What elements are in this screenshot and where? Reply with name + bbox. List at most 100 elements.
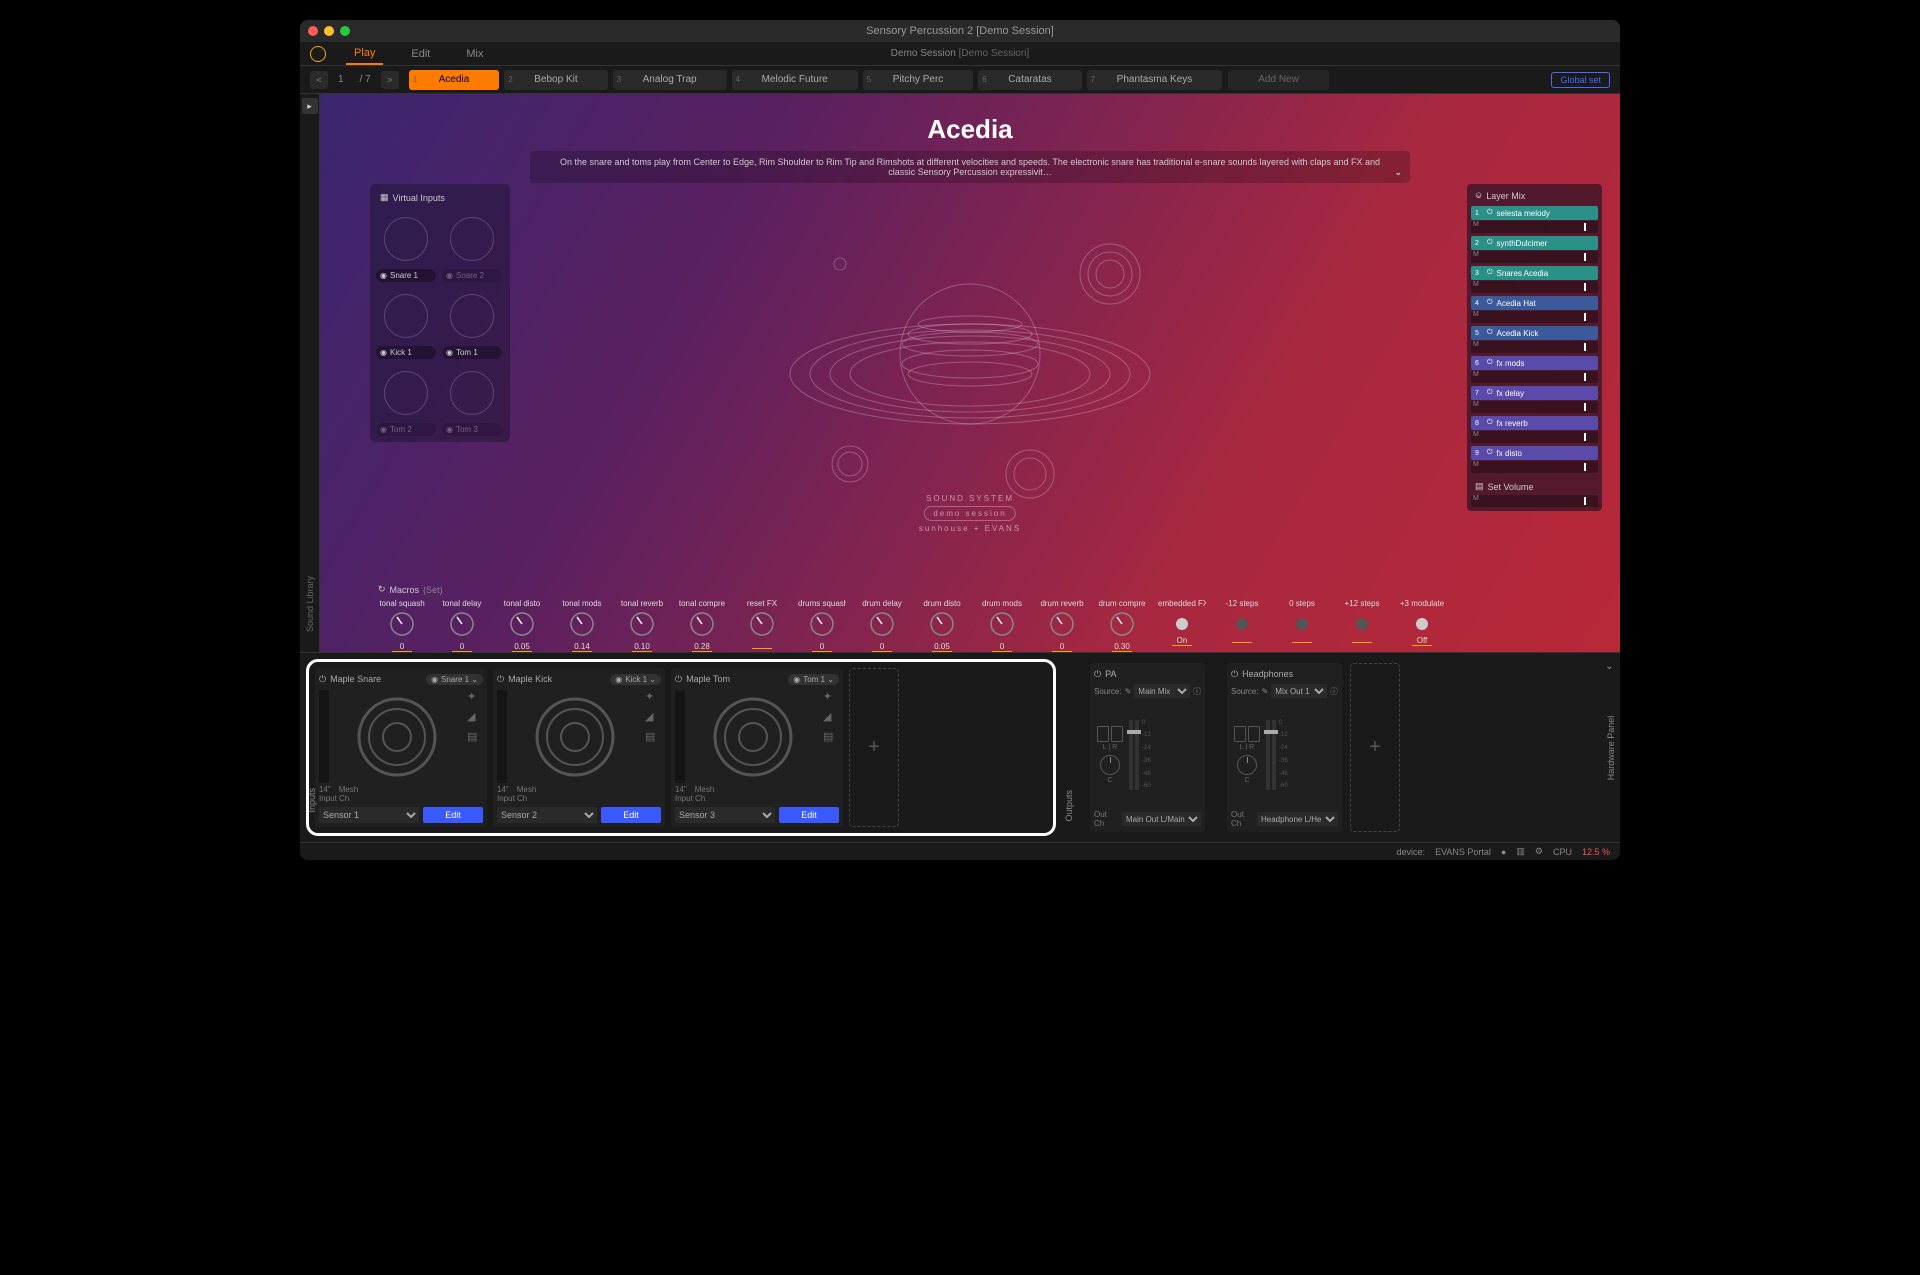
- hardware-panel-label[interactable]: Hardware Panel: [1606, 715, 1616, 780]
- source-select[interactable]: Main Mix: [1134, 684, 1190, 698]
- output-faders[interactable]: [1266, 720, 1276, 790]
- layer-item[interactable]: 9⏻fx disto: [1471, 446, 1598, 460]
- sensor-select[interactable]: Sensor 1: [319, 807, 419, 823]
- macro-knob[interactable]: [628, 610, 656, 638]
- signal-icon[interactable]: ◢: [645, 710, 659, 724]
- set-volume-slider[interactable]: M: [1471, 495, 1598, 507]
- virtual-input-pad[interactable]: [376, 288, 436, 344]
- drum-zone-display[interactable]: [689, 690, 817, 783]
- sparkle-icon[interactable]: ✦: [823, 690, 837, 704]
- layer-volume-slider[interactable]: M: [1471, 281, 1598, 293]
- pan-knob[interactable]: [1237, 755, 1257, 775]
- power-icon[interactable]: ⏻: [1487, 329, 1493, 337]
- power-icon[interactable]: ⏻: [1487, 419, 1493, 427]
- layer-item[interactable]: 2⏻synthDulcimer: [1471, 236, 1598, 250]
- source-select[interactable]: Mix Out 1: [1271, 684, 1327, 698]
- macro-knob[interactable]: [508, 610, 536, 638]
- bars-icon[interactable]: ▤: [823, 730, 837, 744]
- app-logo-icon[interactable]: [310, 46, 326, 62]
- power-icon[interactable]: ⏻: [1094, 669, 1101, 680]
- set-tab[interactable]: 5Pitchy Perc: [863, 70, 974, 90]
- layer-volume-slider[interactable]: M: [1471, 401, 1598, 413]
- macro-knob[interactable]: [928, 610, 956, 638]
- macro-knob[interactable]: [988, 610, 1016, 638]
- layer-volume-slider[interactable]: M: [1471, 341, 1598, 353]
- power-icon[interactable]: ⏻: [1487, 359, 1493, 367]
- gear-icon[interactable]: ⚙: [1535, 846, 1543, 857]
- refresh-icon[interactable]: ↻: [378, 584, 386, 595]
- macro-knob[interactable]: [1048, 610, 1076, 638]
- power-icon[interactable]: ⏻: [1487, 239, 1493, 247]
- maximize-icon[interactable]: [340, 26, 350, 36]
- global-set-button[interactable]: Global set: [1551, 72, 1610, 88]
- layer-item[interactable]: 5⏻Acedia Kick: [1471, 326, 1598, 340]
- pencil-icon[interactable]: ✎: [1262, 687, 1269, 696]
- macro-knob[interactable]: [868, 610, 896, 638]
- output-ch-select[interactable]: Main Out L/Main: [1122, 812, 1201, 826]
- drum-zone-display[interactable]: [511, 690, 639, 783]
- layer-volume-slider[interactable]: M: [1471, 311, 1598, 323]
- sparkle-icon[interactable]: ✦: [467, 690, 481, 704]
- macro-knob[interactable]: [568, 610, 596, 638]
- power-icon[interactable]: ⏻: [1487, 299, 1493, 307]
- layer-volume-slider[interactable]: M: [1471, 371, 1598, 383]
- input-assign[interactable]: ◉Kick 1 ⌄: [610, 674, 661, 685]
- virtual-input-label[interactable]: ◉Kick 1: [376, 346, 436, 359]
- virtual-input-label[interactable]: ◉Tom 3: [442, 423, 502, 436]
- set-tab[interactable]: 1Acedia: [409, 70, 500, 90]
- power-icon[interactable]: ⏻: [1231, 669, 1238, 680]
- macro-knob[interactable]: [1108, 610, 1136, 638]
- macro-knob[interactable]: [688, 610, 716, 638]
- virtual-input-label[interactable]: ◉Snare 2: [442, 269, 502, 282]
- layer-volume-slider[interactable]: M: [1471, 461, 1598, 473]
- layer-volume-slider[interactable]: M: [1471, 251, 1598, 263]
- layer-item[interactable]: 1⏻selesta melody: [1471, 206, 1598, 220]
- edit-button[interactable]: Edit: [779, 807, 839, 823]
- add-output-button[interactable]: +: [1350, 663, 1400, 832]
- set-tab[interactable]: 7Phantasma Keys: [1087, 70, 1223, 90]
- layer-volume-slider[interactable]: M: [1471, 431, 1598, 443]
- set-tab[interactable]: 6Cataratas: [978, 70, 1081, 90]
- info-icon[interactable]: ⓘ: [1330, 686, 1338, 697]
- signal-icon[interactable]: ◢: [823, 710, 837, 724]
- add-set-button[interactable]: Add New: [1228, 70, 1329, 90]
- set-tab[interactable]: 2Bebop Kit: [504, 70, 607, 90]
- edit-button[interactable]: Edit: [423, 807, 483, 823]
- close-icon[interactable]: [308, 26, 318, 36]
- virtual-input-label[interactable]: ◉Tom 1: [442, 346, 502, 359]
- info-icon[interactable]: ⓘ: [1193, 686, 1201, 697]
- macro-toggle[interactable]: [1236, 618, 1248, 630]
- layer-item[interactable]: 6⏻fx mods: [1471, 356, 1598, 370]
- layout-icon[interactable]: ▥: [1516, 846, 1525, 857]
- macro-toggle[interactable]: [1176, 618, 1188, 630]
- virtual-input-label[interactable]: ◉Tom 2: [376, 423, 436, 436]
- tab-mix[interactable]: Mix: [458, 44, 491, 64]
- edit-button[interactable]: Edit: [601, 807, 661, 823]
- minimize-icon[interactable]: [324, 26, 334, 36]
- macro-knob[interactable]: [748, 610, 776, 638]
- bars-icon[interactable]: ▤: [467, 730, 481, 744]
- layer-item[interactable]: 7⏻fx delay: [1471, 386, 1598, 400]
- power-icon[interactable]: ⏻: [1487, 389, 1493, 397]
- sound-library-label[interactable]: Sound Library: [305, 576, 315, 632]
- set-tab[interactable]: 3Analog Trap: [613, 70, 727, 90]
- tab-edit[interactable]: Edit: [403, 44, 438, 64]
- macro-knob[interactable]: [388, 610, 416, 638]
- layer-item[interactable]: 4⏻Acedia Hat: [1471, 296, 1598, 310]
- chevron-down-icon[interactable]: ⌄: [1394, 167, 1402, 178]
- drum-zone-display[interactable]: [333, 690, 461, 783]
- macro-toggle[interactable]: [1296, 618, 1308, 630]
- input-assign[interactable]: ◉Snare 1 ⌄: [426, 674, 483, 685]
- macro-toggle[interactable]: [1416, 618, 1428, 630]
- layer-item[interactable]: 8⏻fx reverb: [1471, 416, 1598, 430]
- signal-icon[interactable]: ◢: [467, 710, 481, 724]
- collapse-panel-button[interactable]: ⌄: [1605, 659, 1614, 672]
- layer-volume-slider[interactable]: M: [1471, 221, 1598, 233]
- tab-play[interactable]: Play: [346, 43, 383, 65]
- sparkle-icon[interactable]: ✦: [645, 690, 659, 704]
- input-assign[interactable]: ◉Tom 1 ⌄: [788, 674, 839, 685]
- add-input-button[interactable]: +: [849, 668, 899, 827]
- virtual-input-label[interactable]: ◉Snare 1: [376, 269, 436, 282]
- sensor-select[interactable]: Sensor 2: [497, 807, 597, 823]
- macro-knob[interactable]: [448, 610, 476, 638]
